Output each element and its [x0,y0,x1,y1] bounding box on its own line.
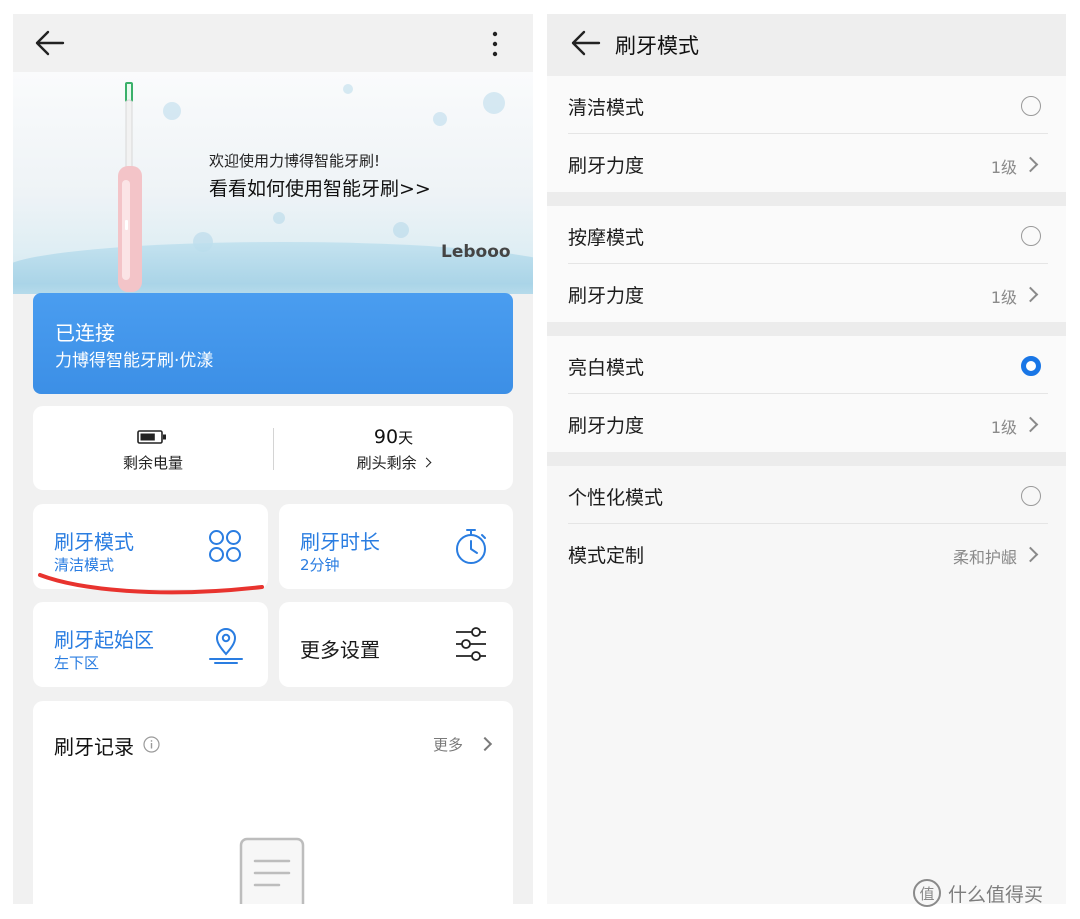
intensity-label: 刷牙力度 [568,415,645,437]
device-name: 力博得智能牙刷·优漾 [55,351,214,371]
mode-label: 亮白模式 [568,357,645,379]
intensity-value[interactable]: 1级 [927,154,1017,178]
chevron-right-icon [477,736,493,752]
days-unit: 天 [398,429,414,447]
info-icon[interactable] [143,736,160,753]
watermark-text: 什么值得买 [948,883,1044,906]
row-divider [568,393,1048,394]
mode-label: 清洁模式 [568,97,645,119]
start-zone-tile[interactable]: 刷牙起始区 左下区 [33,602,268,687]
records-title: 刷牙记录 [54,735,134,759]
chevron-right-icon [1022,286,1039,303]
customize-label: 模式定制 [568,545,645,567]
row-divider [568,263,1048,264]
red-annotation-stroke [38,573,264,595]
connection-status-card[interactable]: 已连接 力博得智能牙刷·优漾 [33,293,513,394]
brush-records-card: 刷牙记录 更多 [33,701,513,904]
tile-title: 刷牙起始区 [54,628,154,652]
connection-status: 已连接 [55,321,115,345]
mode-radio[interactable] [1021,356,1041,376]
back-arrow-icon[interactable] [35,30,65,56]
tile-subtitle: 左下区 [54,654,100,672]
header-bar: 刷牙模式 [547,14,1066,76]
sliders-icon [456,627,486,661]
grid-icon [209,530,241,562]
back-arrow-icon[interactable] [571,30,601,56]
more-settings-tile[interactable]: 更多设置 [279,602,513,687]
brushhead-days: 90天 [274,426,513,448]
banner-line2[interactable]: 看看如何使用智能牙刷>> [209,174,431,201]
brush-duration-tile[interactable]: 刷牙时长 2分钟 [279,504,513,589]
stats-card: 剩余电量 90天 刷头剩余 [33,406,513,490]
brushhead-remaining-link[interactable]: 刷头剩余 [274,452,513,473]
toothbrush-image [118,82,142,292]
stopwatch-icon [456,529,486,564]
brushhead-label: 刷头剩余 [356,454,417,472]
top-bar [13,14,533,72]
battery-icon [137,430,166,444]
section-gap [547,192,1066,206]
brand-logo: Lebooo [441,242,511,262]
battery-label: 剩余电量 [122,454,183,472]
page-title: 刷牙模式 [615,34,699,58]
chevron-right-icon [1022,416,1039,433]
intensity-value[interactable]: 1级 [927,284,1017,308]
intensity-label: 刷牙力度 [568,285,645,307]
watermark: 值 什么值得买 [912,876,1043,910]
mode-radio[interactable] [1021,96,1041,116]
banner-line1: 欢迎使用力博得智能牙刷! [209,152,381,170]
location-icon [209,628,243,664]
left-screen: 欢迎使用力博得智能牙刷! 看看如何使用智能牙刷>> Lebooo 已连接 力博得… [13,14,533,904]
days-value: 90 [373,426,399,448]
mode-radio[interactable] [1021,226,1041,246]
empty-document-icon [239,837,305,904]
customize-value[interactable]: 柔和护龈 [907,544,1017,568]
intensity-value[interactable]: 1级 [927,414,1017,438]
chevron-right-icon [1022,546,1039,563]
mode-label: 个性化模式 [568,487,664,509]
right-screen: 刷牙模式 清洁模式 刷牙力度 1级 按摩模式 刷牙力度 1级 亮白模式 刷牙力度… [547,14,1066,904]
mode-label: 按摩模式 [568,227,645,249]
tile-subtitle: 2分钟 [300,556,340,574]
mode-group-whitening: 亮白模式 刷牙力度 1级 [547,336,1066,452]
mode-radio[interactable] [1021,486,1041,506]
chevron-right-icon [421,457,432,468]
mode-group-custom: 个性化模式 模式定制 柔和护龈 [547,466,1066,904]
records-more-link[interactable]: 更多 [433,734,463,755]
welcome-banner[interactable]: 欢迎使用力博得智能牙刷! 看看如何使用智能牙刷>> Lebooo [13,72,533,294]
intensity-label: 刷牙力度 [568,155,645,177]
tile-title: 刷牙时长 [300,530,380,554]
tile-title: 刷牙模式 [54,530,134,554]
section-gap [547,322,1066,336]
watermark-logo-icon: 值 [913,879,941,907]
mode-group-massage: 按摩模式 刷牙力度 1级 [547,206,1066,322]
more-menu-icon[interactable] [489,30,501,58]
chevron-right-icon [1022,156,1039,173]
row-divider [568,133,1048,134]
tile-title: 更多设置 [300,638,380,662]
row-divider [568,523,1048,524]
section-gap [547,452,1066,466]
svg-text:值: 值 [919,885,934,903]
mode-group-clean: 清洁模式 刷牙力度 1级 [547,76,1066,192]
